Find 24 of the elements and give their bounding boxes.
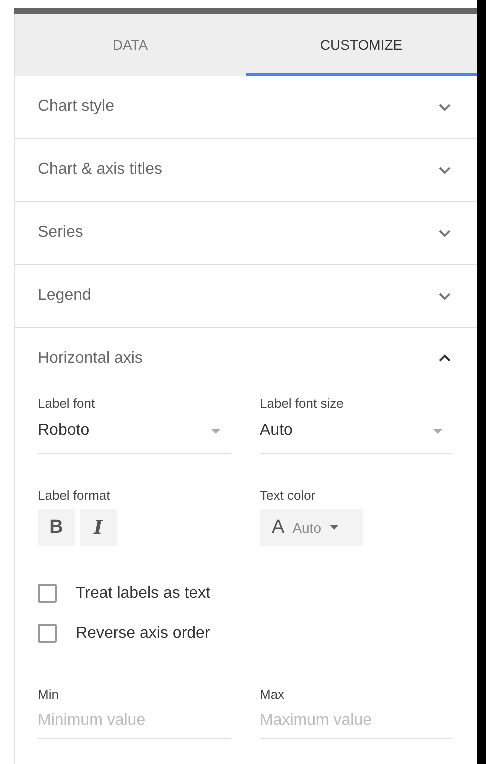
field-label: Max	[260, 687, 286, 702]
checkbox-label: Reverse axis order	[76, 624, 210, 642]
field-label: Min	[38, 687, 60, 702]
italic-button[interactable]: I	[80, 509, 117, 546]
field-label: Label font size	[260, 396, 345, 411]
section-header[interactable]: Chart style	[15, 76, 477, 138]
checkbox[interactable]	[38, 584, 57, 603]
text-color-button[interactable]: A Auto	[260, 509, 363, 546]
field-label: Label font	[38, 396, 96, 411]
tab[interactable]: DATA	[15, 14, 246, 76]
section-header[interactable]: Chart & axis titles	[15, 139, 477, 201]
checkbox[interactable]	[38, 624, 57, 643]
field-label: Text color	[260, 488, 317, 503]
dropdown-caret-icon	[433, 428, 443, 434]
dropdown-caret-icon	[330, 525, 338, 530]
dropdown[interactable]: Roboto	[38, 411, 231, 454]
section-header[interactable]: Horizontal axis	[15, 328, 477, 390]
dropdown-caret-icon	[211, 428, 221, 434]
section-header[interactable]: Legend	[15, 265, 477, 327]
dropdown[interactable]: Auto	[260, 411, 453, 454]
bold-button[interactable]: B	[38, 509, 75, 546]
field-label: Label format	[38, 488, 112, 503]
section-header[interactable]: Series	[15, 202, 477, 264]
checkbox-label: Treat labels as text	[76, 584, 211, 602]
